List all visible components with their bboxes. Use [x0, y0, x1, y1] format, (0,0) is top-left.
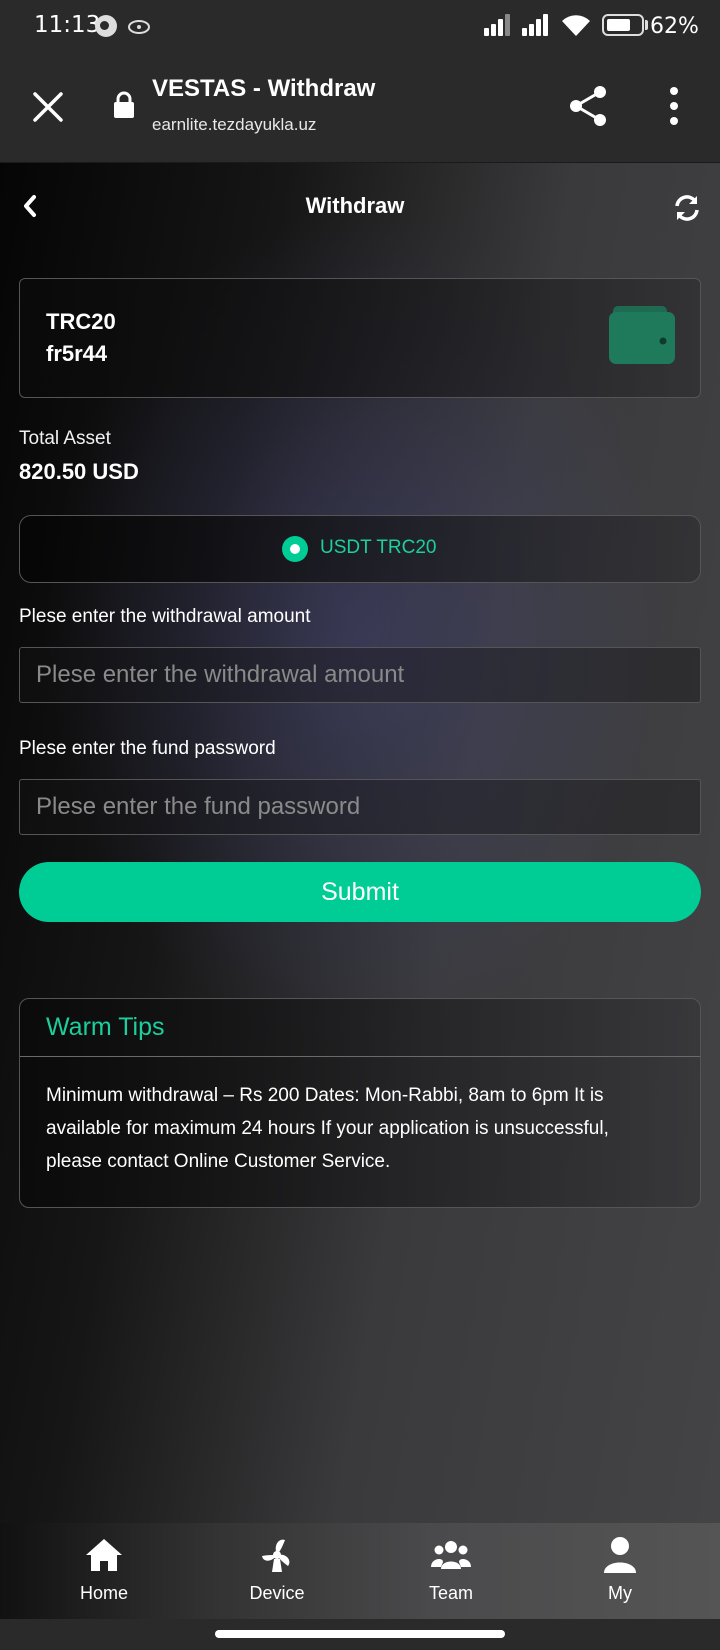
wallet-card: TRC20 fr5r44 [19, 278, 701, 398]
wallet-address: fr5r44 [46, 341, 108, 366]
bottom-nav: Home Device Team My [0, 1523, 720, 1619]
user-icon [604, 1537, 636, 1573]
wifi-icon [560, 12, 592, 38]
status-bar: 11:13 62% [0, 0, 720, 55]
battery-percent: 62% [650, 14, 699, 39]
team-icon [431, 1541, 471, 1569]
battery-icon [602, 14, 644, 36]
browser-toolbar: VESTAS - Withdraw earnlite.tezdayukla.uz [0, 55, 720, 163]
submit-button[interactable]: Submit [19, 862, 701, 922]
warm-tips-text: Minimum withdrawal – Rs 200 Dates: Mon-R… [46, 1085, 609, 1172]
more-vertical-icon [670, 87, 678, 125]
withdraw-page: Withdraw TRC20 fr5r44 Total Asset 820.50… [0, 163, 720, 1523]
nav-item-team[interactable]: Team [361, 1523, 541, 1619]
warm-tips-card: Warm Tips Minimum withdrawal – Rs 200 Da… [19, 998, 701, 1208]
nav-label-my: My [608, 1583, 632, 1603]
wallet-network: TRC20 [46, 309, 116, 334]
wallet-icon [609, 306, 675, 364]
home-icon [86, 1539, 122, 1571]
radio-selected-icon[interactable] [282, 536, 308, 562]
share-button[interactable] [566, 83, 610, 129]
withdrawal-amount-label: Plese enter the withdrawal amount [19, 606, 311, 627]
total-asset-label: Total Asset [19, 428, 111, 449]
share-icon [570, 86, 606, 126]
nav-label-home: Home [79, 1583, 128, 1603]
page-title: VESTAS - Withdraw [152, 75, 376, 102]
cell-signal-icon [484, 14, 510, 36]
gesture-area [0, 1619, 720, 1650]
cell-signal-icon [522, 14, 548, 36]
close-icon [33, 92, 63, 122]
nav-item-home[interactable]: Home [14, 1523, 194, 1619]
header-title: Withdraw [305, 193, 405, 218]
nav-label-team: Team [428, 1583, 473, 1603]
lock-icon [112, 90, 136, 120]
nav-label-device: Device [249, 1583, 305, 1603]
refresh-button[interactable] [672, 193, 702, 223]
status-time: 11:13 [34, 12, 101, 38]
home-gesture-bar[interactable] [215, 1630, 505, 1638]
warm-tips-title: Warm Tips [46, 1013, 165, 1041]
currency-option-usdt-trc20[interactable]: USDT TRC20 [19, 515, 701, 583]
close-button[interactable] [28, 87, 68, 127]
nav-item-device[interactable]: Device [187, 1523, 367, 1619]
divider [20, 1056, 700, 1057]
fan-icon [262, 1539, 290, 1572]
notification-icon [127, 16, 151, 36]
total-asset-value: 820.50 USD [19, 459, 139, 484]
page-url[interactable]: earnlite.tezdayukla.uz [152, 115, 316, 135]
fund-password-input[interactable] [19, 779, 701, 835]
withdrawal-amount-input[interactable] [19, 647, 701, 703]
currency-label: USDT TRC20 [320, 537, 437, 558]
fund-password-label: Plese enter the fund password [19, 738, 276, 759]
refresh-icon [675, 195, 699, 221]
notification-icon [95, 15, 117, 37]
nav-item-my[interactable]: My [530, 1523, 710, 1619]
more-options-button[interactable] [660, 83, 688, 129]
